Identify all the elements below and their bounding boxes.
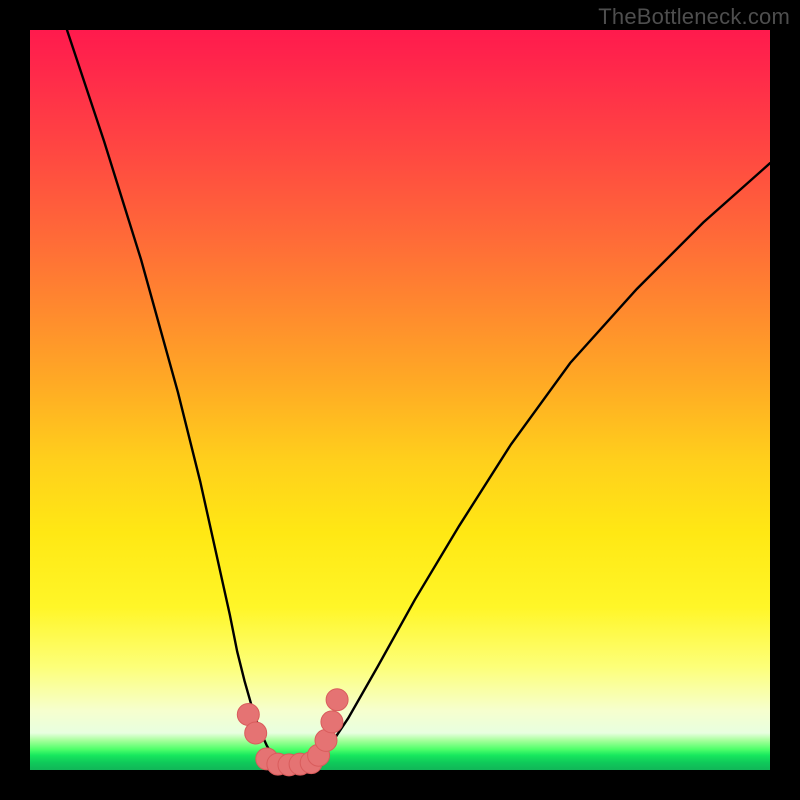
curve-marker <box>326 689 348 711</box>
plot-area <box>30 30 770 770</box>
curve-layer <box>67 30 770 766</box>
curve-marker <box>245 722 267 744</box>
watermark-text: TheBottleneck.com <box>598 4 790 30</box>
right-branch-curve <box>311 163 770 766</box>
left-branch-curve <box>67 30 282 766</box>
marker-layer <box>237 689 348 776</box>
chart-svg <box>30 30 770 770</box>
curve-marker <box>321 711 343 733</box>
chart-frame: TheBottleneck.com <box>0 0 800 800</box>
